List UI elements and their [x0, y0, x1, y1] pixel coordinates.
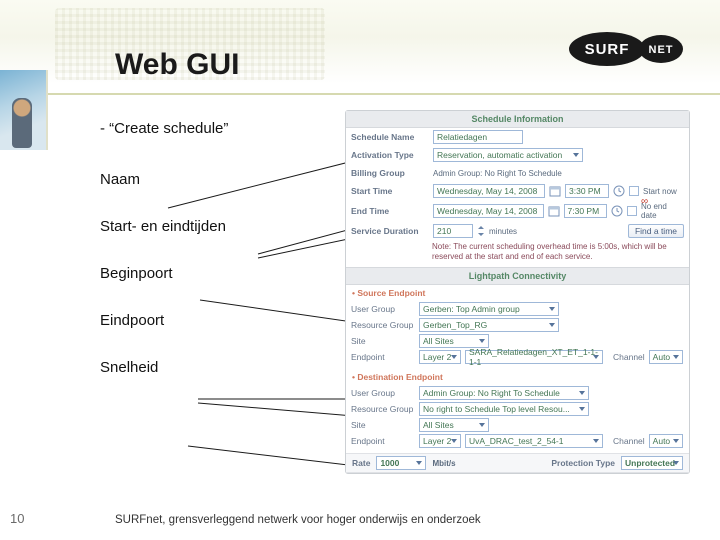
row-activation-type: Activation Type Reservation, automatic a… — [346, 146, 689, 164]
dst-endpoint-select[interactable]: UvA_DRAC_test_2_54-1 — [465, 434, 603, 448]
dst-resource-group-label: Resource Group — [351, 404, 415, 414]
dst-channel-select[interactable]: Auto — [649, 434, 683, 448]
row-src-endpoint: Endpoint Layer 2 SARA_Relatiedagen_XT_ET… — [346, 349, 689, 365]
row-start-time: Start Time Wednesday, May 14, 2008 3:30 … — [346, 182, 689, 200]
src-user-group-select[interactable]: Gerben: Top Admin group — [419, 302, 559, 316]
rate-select[interactable]: 1000 — [376, 456, 426, 470]
clock-icon[interactable] — [613, 185, 625, 197]
end-time-input[interactable]: 7:30 PM — [564, 204, 607, 218]
src-site-label: Site — [351, 336, 415, 346]
dst-resource-group-select[interactable]: No right to Schedule Top level Resou... — [419, 402, 589, 416]
start-date-input[interactable]: Wednesday, May 14, 2008 — [433, 184, 545, 198]
protection-label: Protection Type — [551, 458, 615, 468]
annotation-naam: Naam — [100, 171, 330, 188]
end-date-input[interactable]: Wednesday, May 14, 2008 — [433, 204, 544, 218]
calendar-icon[interactable] — [549, 185, 561, 197]
dst-site-label: Site — [351, 420, 415, 430]
logo-right-text: NET — [649, 44, 674, 56]
schedule-name-label: Schedule Name — [351, 132, 429, 142]
rate-label: Rate — [352, 458, 370, 468]
src-user-group-label: User Group — [351, 304, 415, 314]
annotation-start-eind: Start- en eindtijden — [100, 218, 330, 235]
src-layer-select[interactable]: Layer 2 — [419, 350, 461, 364]
billing-group-value: Admin Group: No Right To Schedule — [433, 169, 562, 178]
clock-icon[interactable] — [611, 205, 623, 217]
calendar-icon[interactable] — [548, 205, 560, 217]
stepper-icon[interactable] — [477, 224, 485, 238]
src-channel-label: Channel — [613, 352, 645, 362]
duration-input[interactable]: 210 — [433, 224, 473, 238]
annotation-beginpoort: Beginpoort — [100, 265, 330, 282]
find-time-button[interactable]: Find a time — [628, 224, 684, 238]
src-endpoint-select[interactable]: SARA_Relatiedagen_XT_ET_1-1-1-1 — [465, 350, 603, 364]
duration-label: Service Duration — [351, 226, 429, 236]
row-end-time: End Time Wednesday, May 14, 2008 7:30 PM… — [346, 200, 689, 222]
src-channel-select[interactable]: Auto — [649, 350, 683, 364]
logo-left-text: SURF — [585, 41, 630, 58]
dst-layer-select[interactable]: Layer 2 — [419, 434, 461, 448]
start-now-label: Start now — [643, 187, 677, 196]
dst-channel-label: Channel — [613, 436, 645, 446]
billing-group-label: Billing Group — [351, 168, 429, 178]
duration-unit: minutes — [489, 227, 517, 236]
surfnet-logo: SURF NET — [565, 28, 685, 70]
row-dst-site: Site All Sites — [346, 417, 689, 433]
protection-select[interactable]: Unprotected — [621, 456, 683, 470]
form-panel: Schedule Information Schedule Name Relat… — [345, 110, 690, 474]
rate-unit: Mbit/s — [432, 459, 455, 468]
activation-type-label: Activation Type — [351, 150, 429, 160]
dest-endpoint-title: • Destination Endpoint — [346, 369, 689, 385]
page-title: Web GUI — [115, 48, 239, 82]
schedule-note: Note: The current scheduling overhead ti… — [346, 240, 689, 267]
schedule-name-input[interactable]: Relatiedagen — [433, 130, 523, 144]
row-src-user-group: User Group Gerben: Top Admin group — [346, 301, 689, 317]
annotation-eindpoort: Eindpoort — [100, 312, 330, 329]
dst-site-select[interactable]: All Sites — [419, 418, 489, 432]
dst-endpoint-label: Endpoint — [351, 436, 415, 446]
row-rate: Rate 1000 Mbit/s Protection Type Unprote… — [346, 453, 689, 473]
dst-user-group-label: User Group — [351, 388, 415, 398]
source-endpoint-title: • Source Endpoint — [346, 285, 689, 301]
row-dst-endpoint: Endpoint Layer 2 UvA_DRAC_test_2_54-1 Ch… — [346, 433, 689, 449]
footer-text: SURFnet, grensverleggend netwerk voor ho… — [115, 514, 481, 526]
row-billing-group: Billing Group Admin Group: No Right To S… — [346, 164, 689, 182]
header-photo — [0, 70, 48, 150]
row-src-resource-group: Resource Group Gerben_Top_RG — [346, 317, 689, 333]
end-time-label: End Time — [351, 206, 429, 216]
row-dst-resource-group: Resource Group No right to Schedule Top … — [346, 401, 689, 417]
src-resource-group-label: Resource Group — [351, 320, 415, 330]
row-dst-user-group: User Group Admin Group: No Right To Sche… — [346, 385, 689, 401]
page-number: 10 — [10, 511, 24, 526]
start-time-label: Start Time — [351, 186, 429, 196]
src-site-select[interactable]: All Sites — [419, 334, 489, 348]
dst-user-group-select[interactable]: Admin Group: No Right To Schedule — [419, 386, 589, 400]
row-schedule-name: Schedule Name Relatiedagen — [346, 128, 689, 146]
row-service-duration: Service Duration 210 minutes Find a time — [346, 222, 689, 240]
src-endpoint-label: Endpoint — [351, 352, 415, 362]
schedule-info-title: Schedule Information — [346, 111, 689, 128]
start-now-checkbox[interactable] — [629, 186, 639, 196]
activation-type-select[interactable]: Reservation, automatic activation — [433, 148, 583, 162]
no-end-checkbox[interactable] — [627, 206, 637, 216]
annotation-snelheid: Snelheid — [100, 359, 330, 376]
annotation-create-schedule: - “Create schedule” — [100, 120, 330, 137]
src-resource-group-select[interactable]: Gerben_Top_RG — [419, 318, 559, 332]
connectivity-title: Lightpath Connectivity — [346, 267, 689, 285]
start-time-input[interactable]: 3:30 PM — [565, 184, 609, 198]
no-end-label: ∞No end date — [641, 202, 684, 220]
annotation-labels: - “Create schedule” Naam Start- en eindt… — [100, 120, 330, 406]
